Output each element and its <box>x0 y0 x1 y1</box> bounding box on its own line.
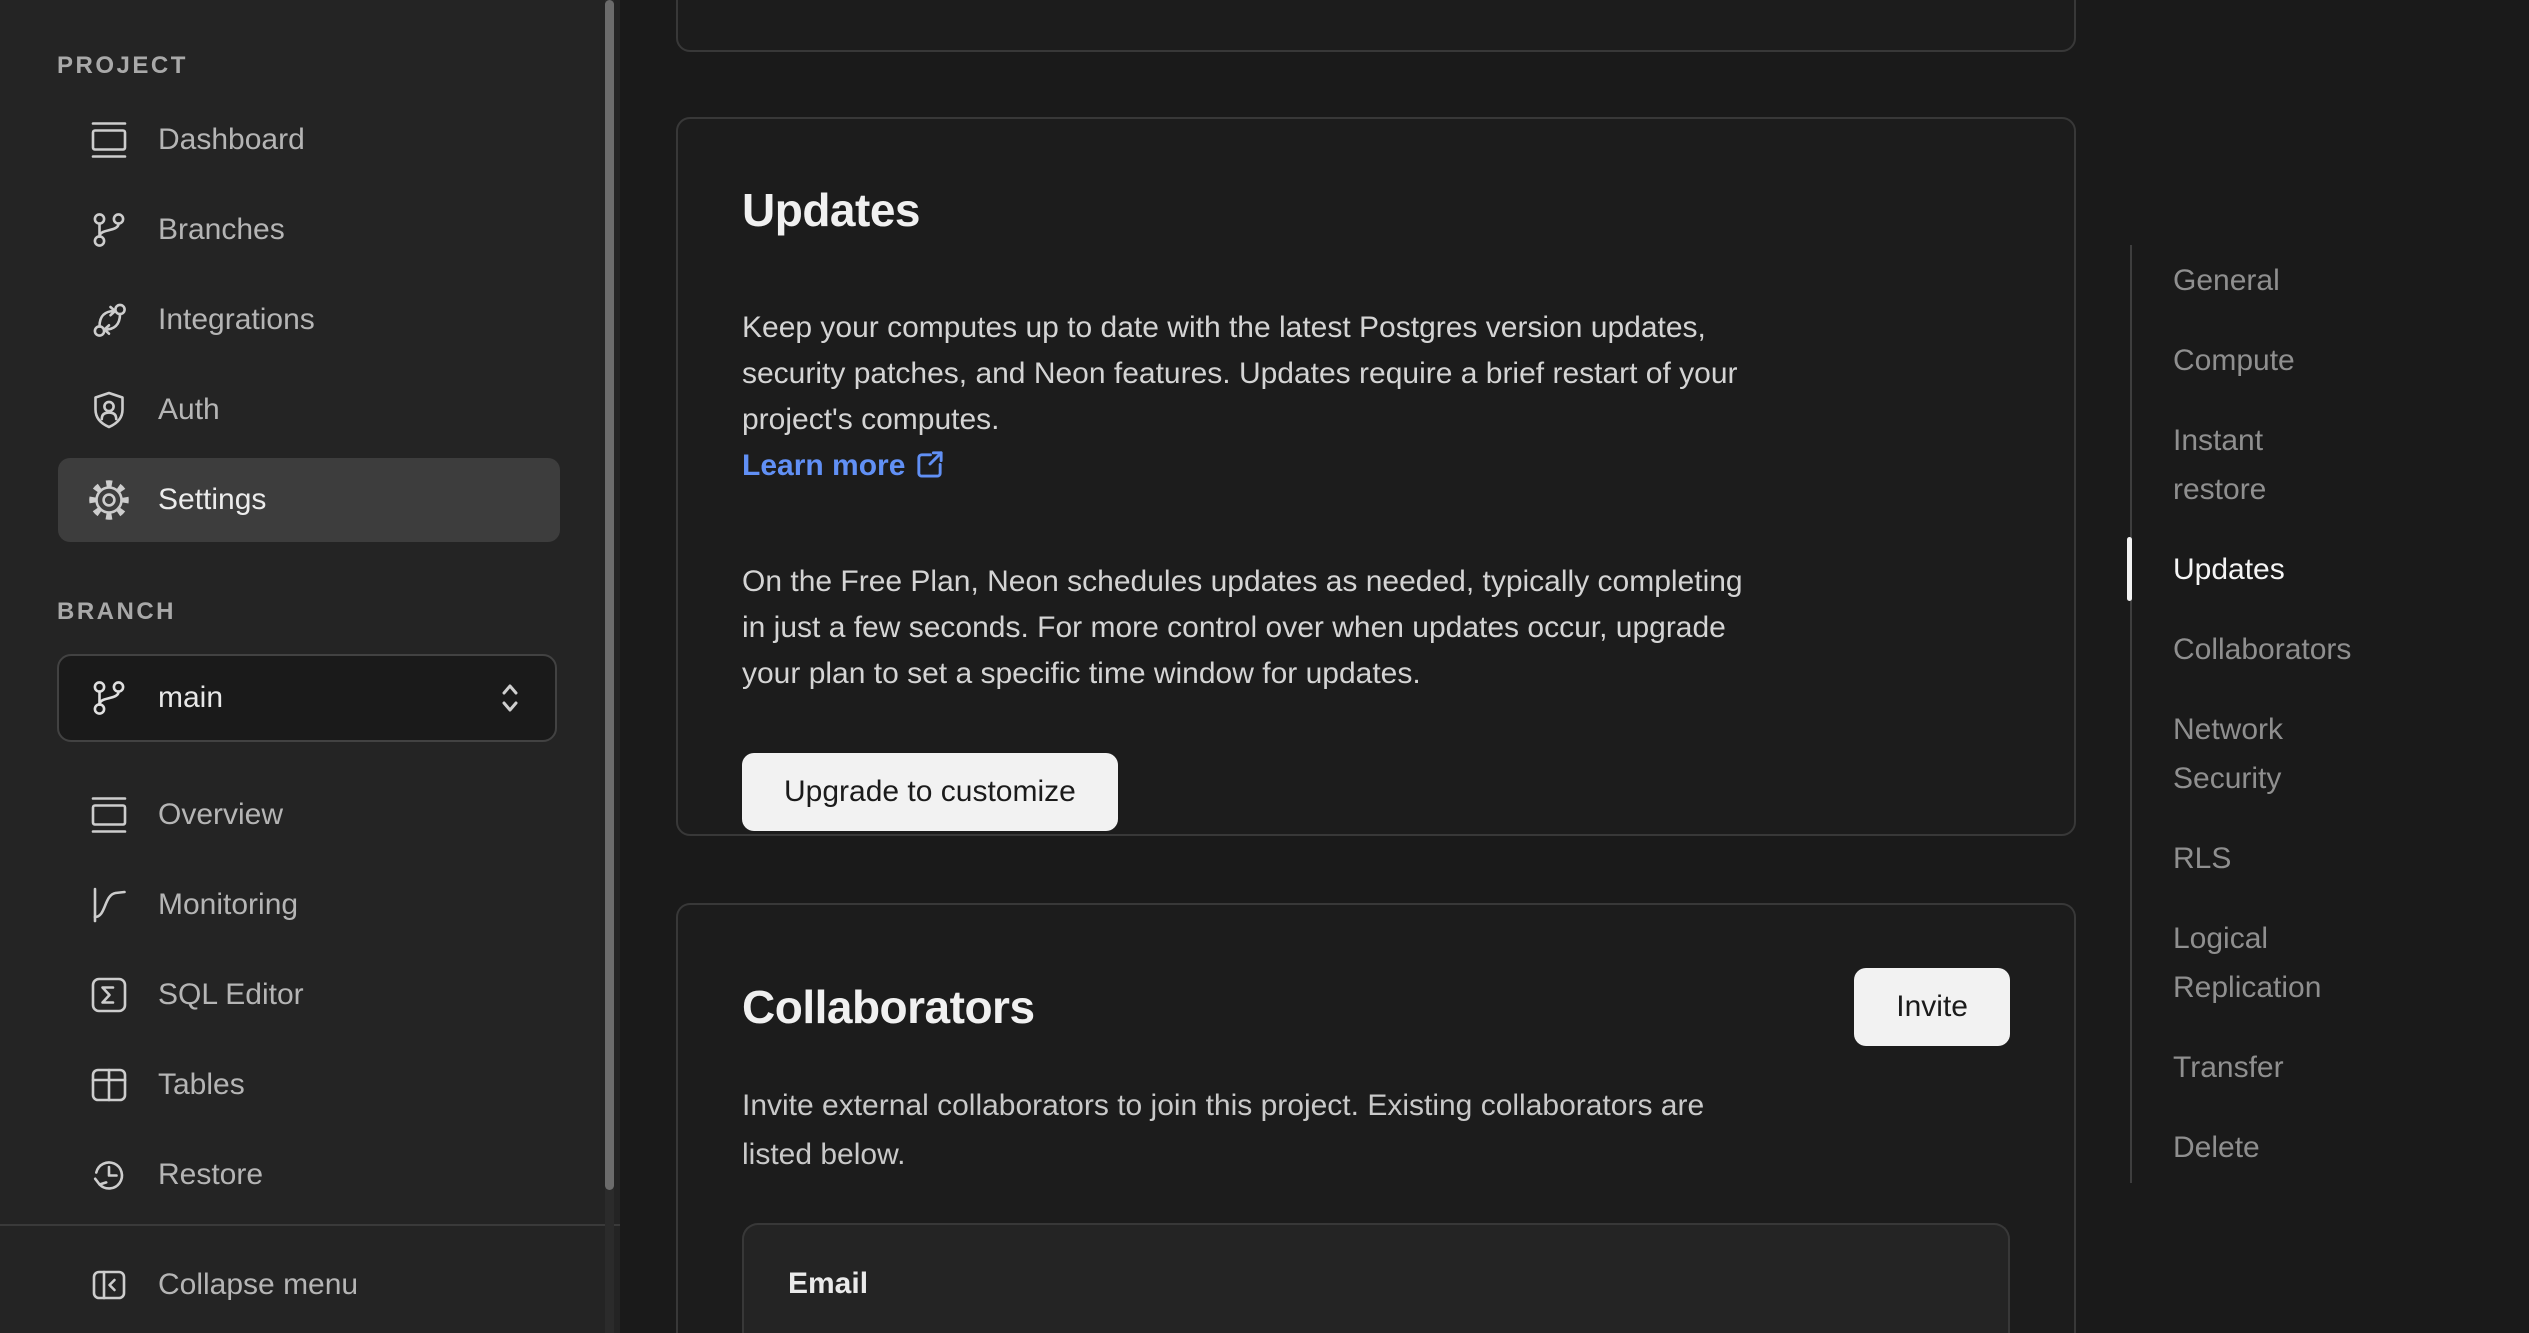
sidebar-item-label: Tables <box>158 1068 245 1102</box>
nav-item-transfer[interactable]: Transfer <box>2173 1043 2403 1092</box>
sidebar-item-label: Integrations <box>158 303 315 337</box>
sidebar-scrollbar-thumb[interactable] <box>605 0 614 1190</box>
sidebar-item-monitoring[interactable]: Monitoring <box>58 863 560 947</box>
upgrade-to-customize-button[interactable]: Upgrade to customize <box>742 753 1118 831</box>
branch-selector-value: main <box>158 681 223 715</box>
sidebar-item-auth[interactable]: Auth <box>58 368 560 452</box>
updates-description: Keep your computes up to date with the l… <box>742 305 2010 489</box>
nav-item-compute[interactable]: Compute <box>2173 336 2403 385</box>
nav-item-delete[interactable]: Delete <box>2173 1123 2403 1172</box>
collaborators-table: Email <box>742 1223 2010 1333</box>
sql-editor-icon <box>87 973 131 1017</box>
integrations-icon <box>87 298 131 342</box>
branch-icon <box>87 676 131 720</box>
sidebar-divider <box>0 1224 620 1226</box>
sidebar-item-dashboard[interactable]: Dashboard <box>58 98 560 182</box>
sidebar-item-tables[interactable]: Tables <box>58 1043 560 1127</box>
monitoring-icon <box>87 883 131 927</box>
nav-item-logical-replication[interactable]: Logical Replication <box>2173 914 2403 1012</box>
external-link-icon <box>914 448 945 479</box>
branch-section-label: BRANCH <box>57 598 176 626</box>
sidebar-item-label: Monitoring <box>158 888 298 922</box>
sidebar-item-label: Branches <box>158 213 285 247</box>
dashboard-icon <box>87 118 131 162</box>
sidebar-item-sql-editor[interactable]: SQL Editor <box>58 953 560 1037</box>
nav-item-network-security[interactable]: Network Security <box>2173 705 2403 803</box>
previous-settings-card-partial <box>676 0 2076 52</box>
sidebar-item-label: Settings <box>158 483 266 517</box>
collaborators-card-title: Collaborators <box>742 978 1035 1036</box>
updates-free-plan-text: On the Free Plan, Neon schedules updates… <box>742 559 2010 697</box>
nav-item-collaborators[interactable]: Collaborators <box>2173 625 2403 674</box>
invite-button[interactable]: Invite <box>1854 968 2010 1046</box>
sidebar-item-settings[interactable]: Settings <box>58 458 560 542</box>
tables-icon <box>87 1063 131 1107</box>
email-column-header: Email <box>788 1267 1964 1301</box>
nav-item-instant-restore[interactable]: Instant restore <box>2173 416 2403 514</box>
sidebar-item-label: Overview <box>158 798 283 832</box>
collaborators-header: Collaborators Invite <box>742 967 2010 1047</box>
sidebar-item-label: SQL Editor <box>158 978 304 1012</box>
updates-card: Updates Keep your computes up to date wi… <box>676 117 2076 836</box>
sidebar: PROJECT Dashboard Branches <box>0 0 620 1333</box>
overview-icon <box>87 793 131 837</box>
sidebar-item-branches[interactable]: Branches <box>58 188 560 272</box>
auth-shield-icon <box>87 388 131 432</box>
project-section-label: PROJECT <box>57 52 188 80</box>
sidebar-item-restore[interactable]: Restore <box>58 1133 560 1217</box>
gear-icon <box>87 478 131 522</box>
sidebar-item-label: Restore <box>158 1158 263 1192</box>
learn-more-link[interactable]: Learn more <box>742 449 945 482</box>
collapse-menu-button[interactable]: Collapse menu <box>58 1243 560 1327</box>
branches-icon <box>87 208 131 252</box>
nav-item-general[interactable]: General <box>2173 256 2403 305</box>
settings-section-nav: General Compute Instant restore Updates … <box>2130 245 2528 1183</box>
chevron-up-down-icon <box>493 678 527 718</box>
branch-selector[interactable]: main <box>57 654 557 742</box>
sidebar-item-label: Dashboard <box>158 123 305 157</box>
nav-item-rls[interactable]: RLS <box>2173 834 2403 883</box>
restore-icon <box>87 1153 131 1197</box>
collaborators-card: Collaborators Invite Invite external col… <box>676 903 2076 1333</box>
nav-item-updates[interactable]: Updates <box>2173 545 2403 594</box>
collaborators-description: Invite external collaborators to join th… <box>742 1081 2010 1179</box>
updates-card-title: Updates <box>742 181 2010 239</box>
collapse-menu-label: Collapse menu <box>158 1268 358 1302</box>
sidebar-item-integrations[interactable]: Integrations <box>58 278 560 362</box>
collapse-panel-icon <box>87 1263 131 1307</box>
sidebar-item-label: Auth <box>158 393 220 427</box>
sidebar-item-overview[interactable]: Overview <box>58 773 560 857</box>
